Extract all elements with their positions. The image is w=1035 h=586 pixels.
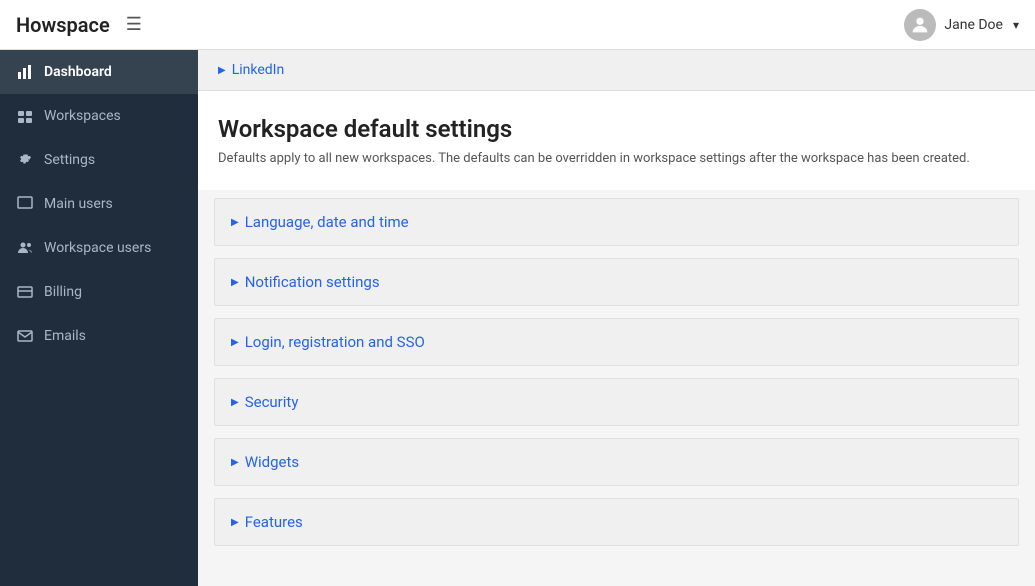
language-link[interactable]: ▶ Language, date and time (231, 213, 1002, 231)
logo: Howspace (16, 13, 110, 37)
accordion-security[interactable]: ▶ Security (214, 378, 1019, 426)
page-description: Defaults apply to all new workspaces. Th… (218, 151, 1015, 166)
settings-icon (16, 151, 34, 169)
accordion-language[interactable]: ▶ Language, date and time (214, 198, 1019, 246)
page-title: Workspace default settings (218, 115, 1015, 143)
billing-icon (16, 283, 34, 301)
linkedin-expand-icon: ▶ (218, 65, 226, 76)
linkedin-accordion[interactable]: ▶ LinkedIn (218, 62, 1015, 78)
sidebar-item-workspaces[interactable]: Workspaces (0, 94, 198, 138)
features-link[interactable]: ▶ Features (231, 513, 1002, 531)
widgets-expand-icon: ▶ (231, 457, 239, 468)
sidebar-item-main-users-label: Main users (44, 196, 113, 212)
sidebar-item-emails[interactable]: Emails (0, 314, 198, 358)
user-dropdown-arrow[interactable]: ▾ (1013, 18, 1019, 32)
header-right: Jane Doe ▾ (904, 9, 1019, 41)
hamburger-icon[interactable]: ☰ (126, 14, 142, 35)
security-label: Security (245, 393, 299, 411)
header: Howspace ☰ Jane Doe ▾ (0, 0, 1035, 50)
security-link[interactable]: ▶ Security (231, 393, 1002, 411)
language-label: Language, date and time (245, 213, 409, 231)
widgets-link[interactable]: ▶ Widgets (231, 453, 1002, 471)
sidebar-item-settings[interactable]: Settings (0, 138, 198, 182)
sidebar-item-billing[interactable]: Billing (0, 270, 198, 314)
language-expand-icon: ▶ (231, 217, 239, 228)
content-area: ▶ LinkedIn Workspace default settings De… (198, 50, 1035, 586)
chart-icon (16, 63, 34, 81)
emails-icon (16, 327, 34, 345)
workspace-users-icon (16, 239, 34, 257)
login-label: Login, registration and SSO (245, 333, 425, 351)
login-expand-icon: ▶ (231, 337, 239, 348)
login-link[interactable]: ▶ Login, registration and SSO (231, 333, 1002, 351)
accordion-features[interactable]: ▶ Features (214, 498, 1019, 546)
sidebar-item-emails-label: Emails (44, 328, 86, 344)
avatar (904, 9, 936, 41)
features-label: Features (245, 513, 303, 531)
security-expand-icon: ▶ (231, 397, 239, 408)
accordion-widgets[interactable]: ▶ Widgets (214, 438, 1019, 486)
sidebar-item-workspace-users[interactable]: Workspace users (0, 226, 198, 270)
accordion-notification[interactable]: ▶ Notification settings (214, 258, 1019, 306)
accordion-login[interactable]: ▶ Login, registration and SSO (214, 318, 1019, 366)
workspaces-icon (16, 107, 34, 125)
main-layout: Dashboard Workspaces Settings (0, 50, 1035, 586)
sidebar-item-main-users[interactable]: Main users (0, 182, 198, 226)
sidebar-item-settings-label: Settings (44, 152, 95, 168)
notification-label: Notification settings (245, 273, 380, 291)
sidebar-item-workspace-users-label: Workspace users (44, 240, 151, 256)
linkedin-section: ▶ LinkedIn (198, 50, 1035, 91)
features-expand-icon: ▶ (231, 517, 239, 528)
sidebar-item-dashboard[interactable]: Dashboard (0, 50, 198, 94)
header-left: Howspace ☰ (16, 13, 142, 37)
sidebar-item-workspaces-label: Workspaces (44, 108, 121, 124)
sidebar: Dashboard Workspaces Settings (0, 50, 198, 586)
user-name: Jane Doe (944, 17, 1003, 33)
accordion-list: ▶ Language, date and time ▶ Notification… (198, 190, 1035, 566)
main-users-icon (16, 195, 34, 213)
linkedin-label: LinkedIn (232, 62, 285, 78)
sidebar-item-dashboard-label: Dashboard (44, 64, 112, 80)
notification-link[interactable]: ▶ Notification settings (231, 273, 1002, 291)
notification-expand-icon: ▶ (231, 277, 239, 288)
sidebar-item-billing-label: Billing (44, 284, 82, 300)
workspace-settings-header: Workspace default settings Defaults appl… (198, 91, 1035, 190)
widgets-label: Widgets (245, 453, 299, 471)
